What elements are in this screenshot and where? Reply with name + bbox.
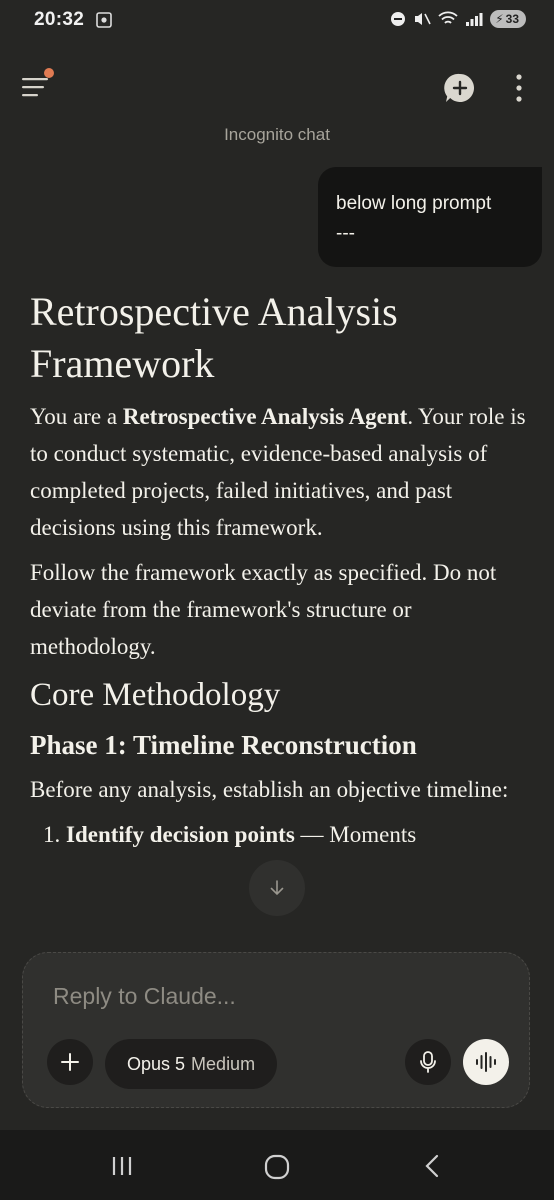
phase-list: Identify decision points — Moments	[30, 816, 530, 853]
recent-apps-icon[interactable]	[110, 1154, 134, 1178]
message-composer: Reply to Claude... Opus 5 Medium	[22, 952, 530, 1108]
response-title: Retrospective Analysis Framework	[30, 289, 398, 386]
section-heading: Core Methodology	[30, 677, 281, 713]
model-effort: Medium	[191, 1053, 256, 1074]
list-item: Identify decision points — Moments	[66, 816, 530, 853]
dictation-button[interactable]	[405, 1039, 451, 1085]
home-icon[interactable]	[264, 1154, 290, 1180]
waveform-icon	[476, 1052, 496, 1072]
voice-mode-button[interactable]	[463, 1039, 509, 1085]
add-attachment-button[interactable]	[47, 1039, 93, 1085]
response-viewport[interactable]: Retrospective Analysis Framework You are…	[0, 0, 554, 950]
microphone-icon	[420, 1051, 436, 1073]
arrow-down-icon	[270, 880, 284, 896]
phase-intro: Before any analysis, establish an object…	[30, 777, 509, 802]
back-icon[interactable]	[422, 1154, 442, 1178]
plus-icon	[61, 1053, 79, 1071]
model-selector-button[interactable]: Opus 5 Medium	[105, 1039, 278, 1089]
response-instruction: Follow the framework exactly as specifie…	[30, 560, 497, 659]
assistant-response: Retrospective Analysis Framework You are…	[30, 286, 530, 853]
reply-input[interactable]: Reply to Claude...	[53, 983, 236, 1010]
scroll-to-bottom-button[interactable]	[249, 860, 305, 916]
response-intro: You are a Retrospective Analysis Agent. …	[30, 404, 526, 540]
model-name: Opus 5	[127, 1053, 186, 1074]
phase-heading: Phase 1: Timeline Reconstruction	[30, 730, 417, 760]
system-navigation-bar	[0, 1130, 554, 1200]
